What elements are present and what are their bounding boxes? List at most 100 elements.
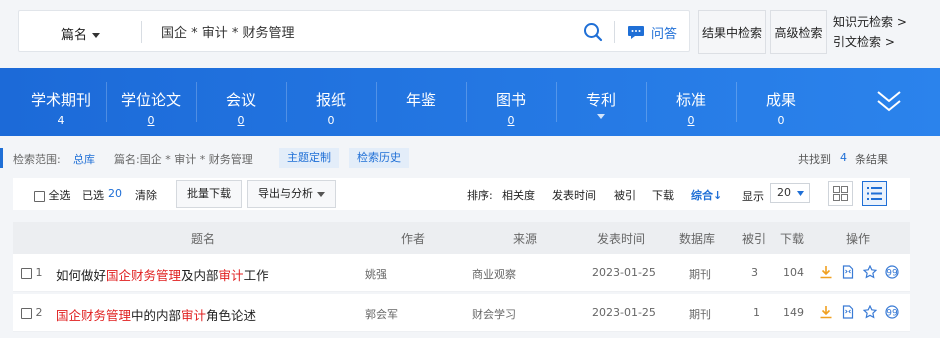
title-part-highlight: 国企财务管理 — [56, 308, 132, 323]
search-box: 篇名 问答 — [18, 10, 690, 52]
result-title-link[interactable]: 国企财务管理中的内部审计角色论述 — [56, 305, 256, 324]
citation-search-link[interactable]: 引文检索 > — [833, 32, 907, 52]
batch-download-button[interactable]: 批量下载 — [176, 180, 242, 208]
sort-composite[interactable]: 综合↓ — [691, 187, 722, 203]
select-all[interactable]: 全选 — [34, 187, 71, 203]
nav-tab-books[interactable]: 图书 0 — [466, 68, 556, 136]
result-count-suffix: 条结果 — [855, 153, 888, 166]
clear-selection-link[interactable]: 清除 — [135, 187, 157, 203]
sort-downloads[interactable]: 下载 — [652, 187, 674, 203]
header-database: 数据库 — [679, 232, 716, 246]
header-source: 来源 — [513, 232, 538, 246]
list-view-button[interactable] — [862, 181, 887, 206]
select-all-label: 全选 — [48, 189, 71, 202]
nav-tab-theses[interactable]: 学位论文 0 — [106, 68, 196, 136]
header-actions: 操作 — [846, 232, 871, 246]
title-part: 角色论述 — [206, 308, 257, 323]
nav-tab-conferences[interactable]: 会议 0 — [196, 68, 286, 136]
checkbox[interactable] — [34, 190, 45, 202]
nav-tab-count: 4 — [57, 114, 65, 127]
export-analyze-button[interactable]: 导出与分析 — [247, 180, 336, 208]
results-toolbar: 全选 已选 20 清除 批量下载 导出与分析 排序: 相关度 发表时间 被引 下… — [13, 178, 910, 210]
header-title: 题名 — [191, 232, 216, 246]
sort-label: 排序: — [467, 189, 493, 202]
grid-icon — [833, 186, 848, 201]
results-table-header: 题名 作者 来源 发表时间 数据库 被引 下载 操作 — [13, 222, 910, 254]
title-part-highlight: 审计 — [218, 268, 244, 283]
source-link[interactable]: 财会学习 — [472, 306, 516, 322]
scope-label: 检索范围: — [13, 153, 61, 166]
search-in-results-button[interactable]: 结果中检索 — [698, 10, 766, 54]
sort-relevance[interactable]: 相关度 — [502, 187, 535, 203]
divider — [141, 21, 142, 43]
nav-tab-label: 学位论文 — [120, 91, 181, 109]
page-size-select[interactable]: 20 — [770, 183, 810, 203]
nav-tab-count: 0 — [327, 114, 335, 127]
resource-type-nav: 学术期刊 4 学位论文 0 会议 0 报纸 0 年鉴 图书 0 专利 标准 0 … — [0, 68, 940, 136]
title-part: 中的内部 — [131, 308, 182, 323]
source-link[interactable]: 商业观察 — [472, 266, 516, 282]
html-read-icon[interactable] — [841, 265, 855, 279]
nav-tab-standards[interactable]: 标准 0 — [646, 68, 736, 136]
row-select[interactable]: 2 — [21, 306, 43, 319]
database-type: 期刊 — [689, 308, 711, 321]
star-icon[interactable] — [863, 305, 877, 319]
author-link[interactable]: 姚强 — [365, 266, 387, 282]
publish-date: 2023-01-25 — [592, 266, 656, 279]
sort-date[interactable]: 发表时间 — [552, 187, 596, 203]
result-title-link[interactable]: 如何做好国企财务管理及内部审计工作 — [56, 265, 269, 284]
nav-tab-label: 报纸 — [315, 91, 346, 109]
nav-tab-count: 0 — [147, 114, 155, 127]
grid-view-button[interactable] — [828, 181, 853, 206]
topic-customize-button[interactable]: 主题定制 — [279, 148, 339, 168]
nav-tab-label: 学术期刊 — [30, 91, 91, 109]
nav-tab-patents[interactable]: 专利 — [556, 68, 646, 136]
sort-cited[interactable]: 被引 — [614, 187, 636, 203]
html-read-icon[interactable] — [841, 305, 855, 319]
quote-icon[interactable]: 99 — [885, 265, 899, 279]
arrow-down-icon: ↓ — [713, 189, 723, 202]
title-part-highlight: 国企财务管理 — [106, 268, 182, 283]
download-icon[interactable] — [819, 305, 833, 319]
header-date: 发表时间 — [597, 232, 646, 246]
caret-down-icon — [92, 33, 101, 38]
svg-text:99: 99 — [886, 309, 898, 319]
search-input[interactable] — [161, 11, 581, 51]
search-icon[interactable] — [583, 22, 603, 42]
nav-tab-label: 成果 — [765, 91, 796, 109]
export-label: 导出与分析 — [258, 187, 313, 200]
double-chevron-down-icon[interactable] — [876, 90, 902, 112]
result-count: 4 — [840, 151, 847, 164]
nav-tab-achievements[interactable]: 成果 0 — [736, 68, 826, 136]
caret-down-icon — [597, 114, 605, 119]
checkbox[interactable] — [21, 267, 32, 279]
quote-icon[interactable]: 99 — [885, 305, 899, 319]
star-icon[interactable] — [863, 265, 877, 279]
divider — [614, 21, 615, 43]
nav-tab-yearbooks[interactable]: 年鉴 — [376, 68, 466, 136]
cited-count[interactable]: 3 — [751, 266, 758, 279]
author-link[interactable]: 郭会军 — [365, 306, 398, 322]
row-index: 1 — [35, 266, 43, 279]
cited-count[interactable]: 1 — [753, 306, 760, 319]
knowledge-search-link[interactable]: 知识元检索 > — [833, 12, 907, 32]
download-icon[interactable] — [819, 265, 833, 279]
search-scope-bar: 检索范围: 总库 篇名:国企 * 审计 * 财务管理 主题定制 检索历史 共找到… — [0, 144, 940, 172]
search-history-button[interactable]: 检索历史 — [349, 148, 409, 168]
checkbox[interactable] — [21, 307, 32, 319]
result-count-prefix: 共找到 — [798, 153, 831, 166]
search-field-select[interactable]: 篇名 — [61, 24, 101, 43]
row-select[interactable]: 1 — [21, 266, 43, 279]
scope-db-link[interactable]: 总库 — [73, 151, 95, 167]
nav-tab-label: 年鉴 — [405, 91, 436, 109]
title-part: 及内部 — [181, 268, 219, 283]
qa-button[interactable]: 问答 — [627, 23, 677, 42]
nav-tab-count: 0 — [687, 114, 695, 127]
nav-tab-label: 标准 — [675, 91, 706, 109]
selected-label: 已选 — [82, 189, 104, 202]
nav-tab-journals[interactable]: 学术期刊 4 — [16, 68, 106, 136]
title-part-highlight: 审计 — [181, 308, 207, 323]
advanced-search-button[interactable]: 高级检索 — [770, 10, 827, 54]
nav-tab-newspapers[interactable]: 报纸 0 — [286, 68, 376, 136]
display-label: 显示 — [742, 190, 764, 203]
